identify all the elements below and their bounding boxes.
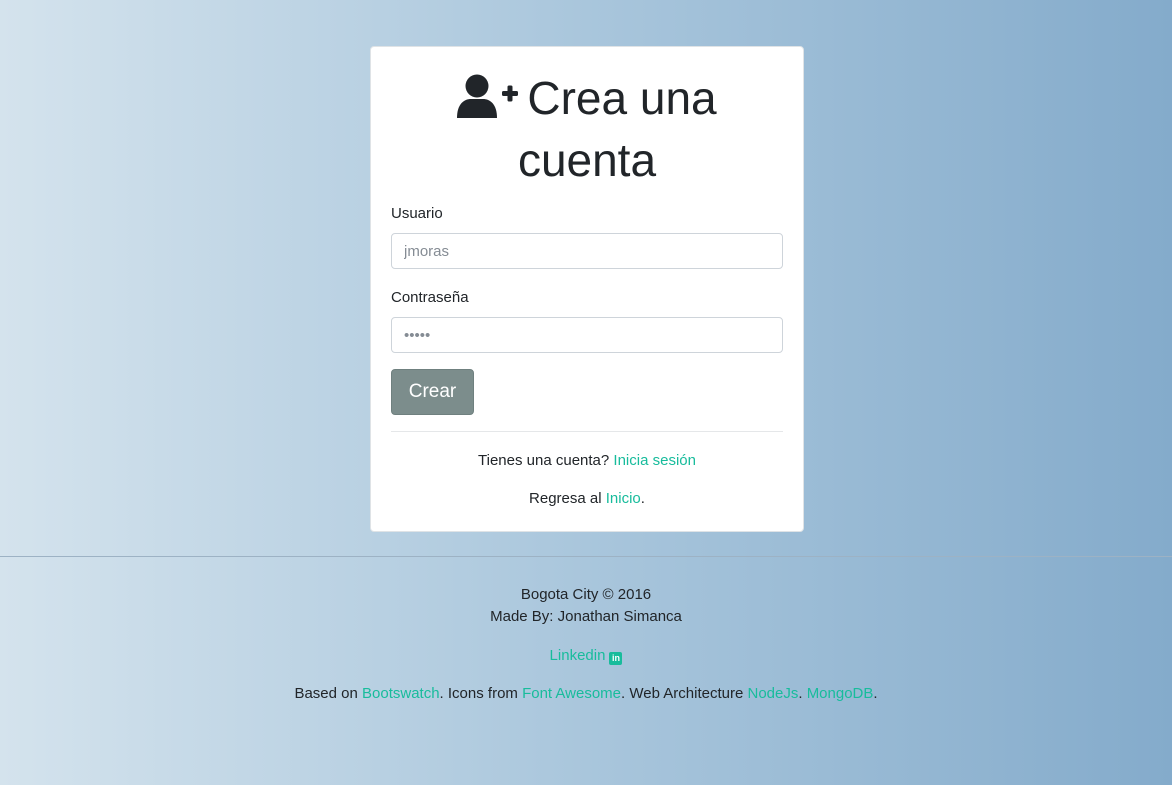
mongodb-link[interactable]: MongoDB bbox=[807, 685, 874, 702]
fontawesome-link[interactable]: Font Awesome bbox=[522, 685, 621, 702]
password-input[interactable] bbox=[391, 317, 783, 353]
page-title-text: Crea una cuenta bbox=[517, 72, 717, 186]
based-on-text: Based on bbox=[294, 685, 362, 702]
signup-card: Crea una cuenta Usuario Contraseña Crear… bbox=[370, 46, 804, 532]
back-home-prompt: Regresa al Inicio. bbox=[391, 490, 783, 508]
architecture-text: . Web Architecture bbox=[621, 685, 748, 702]
credits-separator: . bbox=[798, 685, 807, 702]
linkedin-label: Linkedin bbox=[549, 647, 606, 664]
password-label: Contraseña bbox=[391, 289, 469, 306]
have-account-text: Tienes una cuenta? bbox=[478, 452, 610, 469]
copyright-text: Bogota City © 2016 bbox=[520, 586, 652, 603]
icons-from-text: . Icons from bbox=[439, 685, 523, 702]
bootswatch-link[interactable]: Bootswatch bbox=[362, 685, 440, 702]
user-plus-icon bbox=[457, 73, 519, 131]
made-by-text: Made By: Jonathan Simanca bbox=[490, 608, 682, 625]
home-link[interactable]: Inicio bbox=[606, 490, 641, 507]
username-label: Usuario bbox=[391, 205, 443, 222]
back-text: Regresa al bbox=[529, 490, 602, 507]
linkedin-icon: in bbox=[609, 652, 623, 665]
page-title: Crea una cuenta bbox=[391, 69, 783, 189]
nodejs-link[interactable]: NodeJs bbox=[747, 685, 798, 702]
credits-end-period: . bbox=[873, 685, 878, 702]
create-button[interactable]: Crear bbox=[391, 369, 474, 415]
footer: Bogota City © 2016 Made By: Jonathan Sim… bbox=[0, 556, 1172, 705]
login-link[interactable]: Inicia sesión bbox=[613, 452, 696, 469]
linkedin-row: Linkedin in bbox=[0, 645, 1172, 667]
linkedin-link[interactable]: Linkedin in bbox=[549, 647, 623, 665]
card-divider bbox=[391, 431, 783, 432]
login-prompt: Tienes una cuenta? Inicia sesión bbox=[391, 452, 783, 470]
credits-line: Based on Bootswatch. Icons from Font Awe… bbox=[0, 683, 1172, 705]
username-input[interactable] bbox=[391, 233, 783, 269]
back-period: . bbox=[640, 490, 645, 507]
